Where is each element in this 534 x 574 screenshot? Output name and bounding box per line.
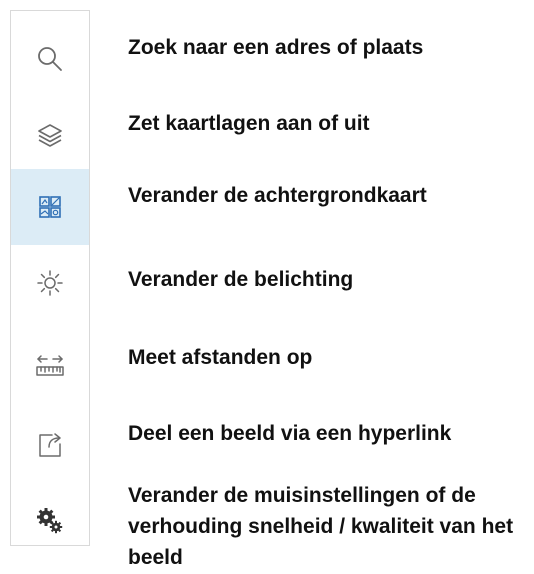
gears-icon [37,508,63,534]
lighting-button[interactable] [11,245,89,321]
search-description: Zoek naar een adres of plaats [128,36,424,59]
basemap-button[interactable] [11,169,89,245]
measure-ruler-icon [36,355,64,376]
settings-button[interactable] [11,483,89,559]
layers-icon [38,124,62,147]
share-description: Deel een beeld via een hyperlink [128,422,452,445]
search-button[interactable] [11,21,89,97]
share-button[interactable] [11,407,89,483]
layers-description: Zet kaartlagen aan of uit [128,112,370,135]
lighting-description: Verander de belichting [128,268,354,291]
map-toolbar [10,10,90,546]
basemap-description: Verander de achtergrondkaart [128,184,427,207]
measure-description: Meet afstanden op [128,346,313,369]
basemap-grid-icon [39,196,61,218]
settings-description: Verander de muisinstellingen of de verho… [128,484,514,569]
measure-button[interactable] [11,327,89,403]
share-icon [39,433,61,457]
search-icon [38,47,62,71]
sun-icon [37,270,63,296]
layers-button[interactable] [11,97,89,173]
